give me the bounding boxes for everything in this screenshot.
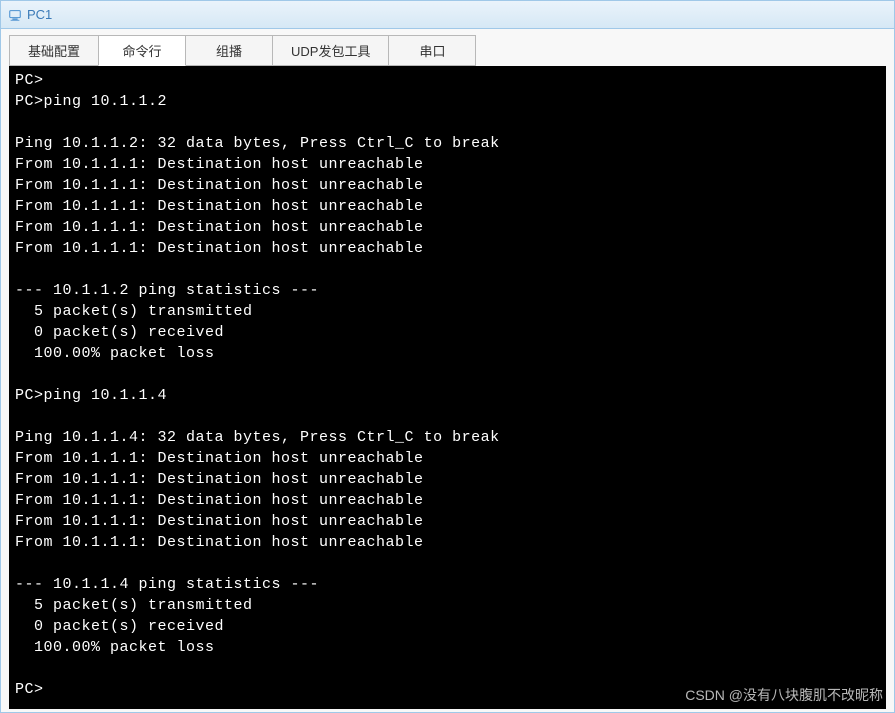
title-bar[interactable]: PC1 xyxy=(1,1,894,29)
tab-serial[interactable]: 串口 xyxy=(388,35,476,66)
tab-bar: 基础配置 命令行 组播 UDP发包工具 串口 xyxy=(1,29,894,66)
app-window: PC1 基础配置 命令行 组播 UDP发包工具 串口 PC> PC>ping 1… xyxy=(0,0,895,713)
tab-basic-config[interactable]: 基础配置 xyxy=(9,35,99,66)
tab-command-line[interactable]: 命令行 xyxy=(98,35,186,66)
terminal-output[interactable]: PC> PC>ping 10.1.1.2 Ping 10.1.1.2: 32 d… xyxy=(9,66,886,709)
pc-icon xyxy=(7,7,23,23)
tab-udp-tool[interactable]: UDP发包工具 xyxy=(272,35,389,66)
window-title: PC1 xyxy=(27,7,52,22)
tab-multicast[interactable]: 组播 xyxy=(185,35,273,66)
